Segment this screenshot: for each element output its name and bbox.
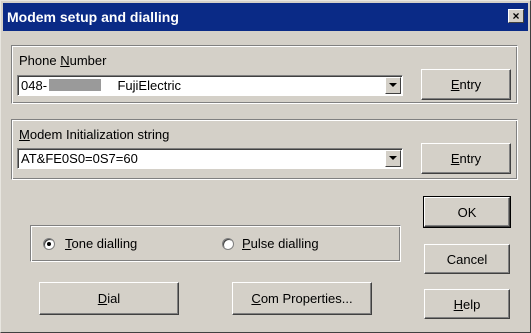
modem-dropdown-arrow-icon[interactable]: [385, 150, 401, 167]
tone-dialling-label[interactable]: Tone dialling: [65, 236, 137, 251]
redacted-number: [49, 79, 102, 91]
com-properties-button[interactable]: Com Properties...: [232, 282, 372, 315]
phone-number-value: 048- FujiElectric: [21, 78, 182, 93]
tone-dialling-radio[interactable]: [43, 238, 55, 250]
modem-setup-dialog: Modem setup and dialling × Phone Number …: [0, 0, 531, 333]
window-title: Modem setup and dialling: [7, 9, 179, 25]
title-bar[interactable]: Modem setup and dialling ×: [3, 3, 528, 31]
cancel-button[interactable]: Cancel: [424, 244, 510, 274]
pulse-dialling-radio[interactable]: [222, 238, 234, 250]
modem-init-value: AT&FE0S0=0S7=60: [21, 151, 138, 166]
modem-init-label: Modem Initialization string: [19, 127, 170, 142]
modem-init-combo[interactable]: AT&FE0S0=0S7=60: [17, 148, 403, 169]
phone-number-label: Phone Number: [19, 53, 107, 68]
pulse-dialling-label[interactable]: Pulse dialling: [242, 236, 319, 251]
ok-button[interactable]: OK: [423, 196, 511, 228]
modem-entry-button[interactable]: Entry: [421, 143, 511, 174]
close-button[interactable]: ×: [508, 9, 524, 23]
phone-dropdown-arrow-icon[interactable]: [385, 77, 401, 94]
close-icon: ×: [512, 9, 520, 23]
help-button[interactable]: Help: [424, 289, 510, 319]
phone-entry-button[interactable]: Entry: [421, 69, 511, 100]
phone-number-combo[interactable]: 048- FujiElectric: [17, 75, 403, 96]
dial-button[interactable]: Dial: [39, 282, 179, 315]
